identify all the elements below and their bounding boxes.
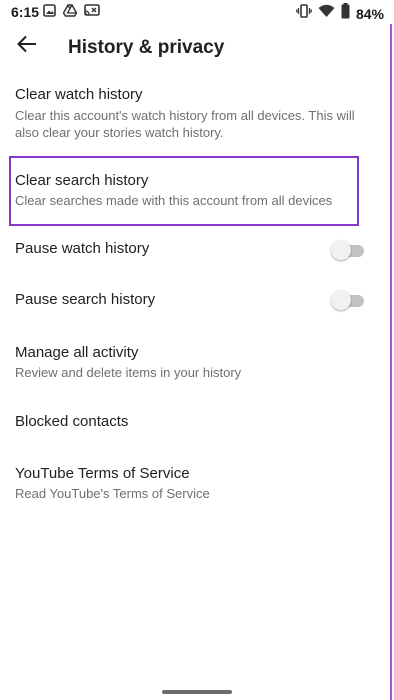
pause-search-history-item[interactable]: Pause search history	[0, 283, 392, 319]
pause-watch-history-title: Pause watch history	[15, 240, 150, 257]
battery-percent: 84%	[355, 5, 384, 22]
blocked-contacts-title: Blocked contacts	[15, 413, 129, 430]
manage-all-activity-item[interactable]: Manage all activity Review and delete it…	[0, 336, 392, 386]
screen: 6:15 84% History & privacy Clear watch h…	[0, 0, 392, 700]
battery-icon	[341, 3, 350, 24]
manage-all-activity-title: Manage all activity	[15, 344, 139, 361]
blocked-contacts-item[interactable]: Blocked contacts	[0, 405, 392, 441]
pause-search-history-toggle[interactable]	[331, 290, 364, 310]
manage-all-activity-subtitle: Review and delete items in your history	[15, 365, 242, 380]
status-system-icons: 84%	[296, 3, 384, 24]
terms-of-service-subtitle: Read YouTube's Terms of Service	[15, 486, 210, 501]
toggle-thumb	[331, 290, 351, 310]
image-icon	[43, 4, 56, 22]
pause-search-history-title: Pause search history	[15, 291, 156, 308]
pause-watch-history-toggle[interactable]	[331, 240, 364, 260]
drive-icon	[62, 4, 78, 22]
back-button[interactable]	[14, 33, 40, 59]
terms-of-service-item[interactable]: YouTube Terms of Service Read YouTube's …	[0, 457, 392, 507]
page-title: History & privacy	[68, 37, 225, 58]
status-time: 6:15	[11, 4, 40, 20]
status-notification-icons	[43, 4, 100, 22]
clear-watch-history-subtitle: Clear this account's watch history from …	[15, 108, 355, 140]
clear-search-history-subtitle: Clear searches made with this account fr…	[15, 193, 333, 208]
toggle-thumb	[331, 240, 351, 260]
clear-watch-history-item[interactable]: Clear watch history Clear this account's…	[0, 80, 392, 146]
terms-of-service-title: YouTube Terms of Service	[15, 465, 190, 482]
gesture-nav-handle[interactable]	[162, 690, 232, 694]
wifi-icon	[318, 4, 335, 23]
clear-search-history-title: Clear search history	[15, 172, 149, 189]
clear-watch-history-title: Clear watch history	[15, 86, 143, 103]
pause-watch-history-item[interactable]: Pause watch history	[0, 232, 392, 268]
clear-search-history-item[interactable]: Clear search history Clear searches made…	[0, 164, 392, 216]
status-bar: 6:15 84%	[0, 0, 392, 24]
top-app-bar: History & privacy	[0, 24, 392, 68]
arrow-left-icon	[16, 33, 38, 60]
cast-icon	[84, 4, 100, 22]
vibrate-icon	[296, 3, 312, 24]
